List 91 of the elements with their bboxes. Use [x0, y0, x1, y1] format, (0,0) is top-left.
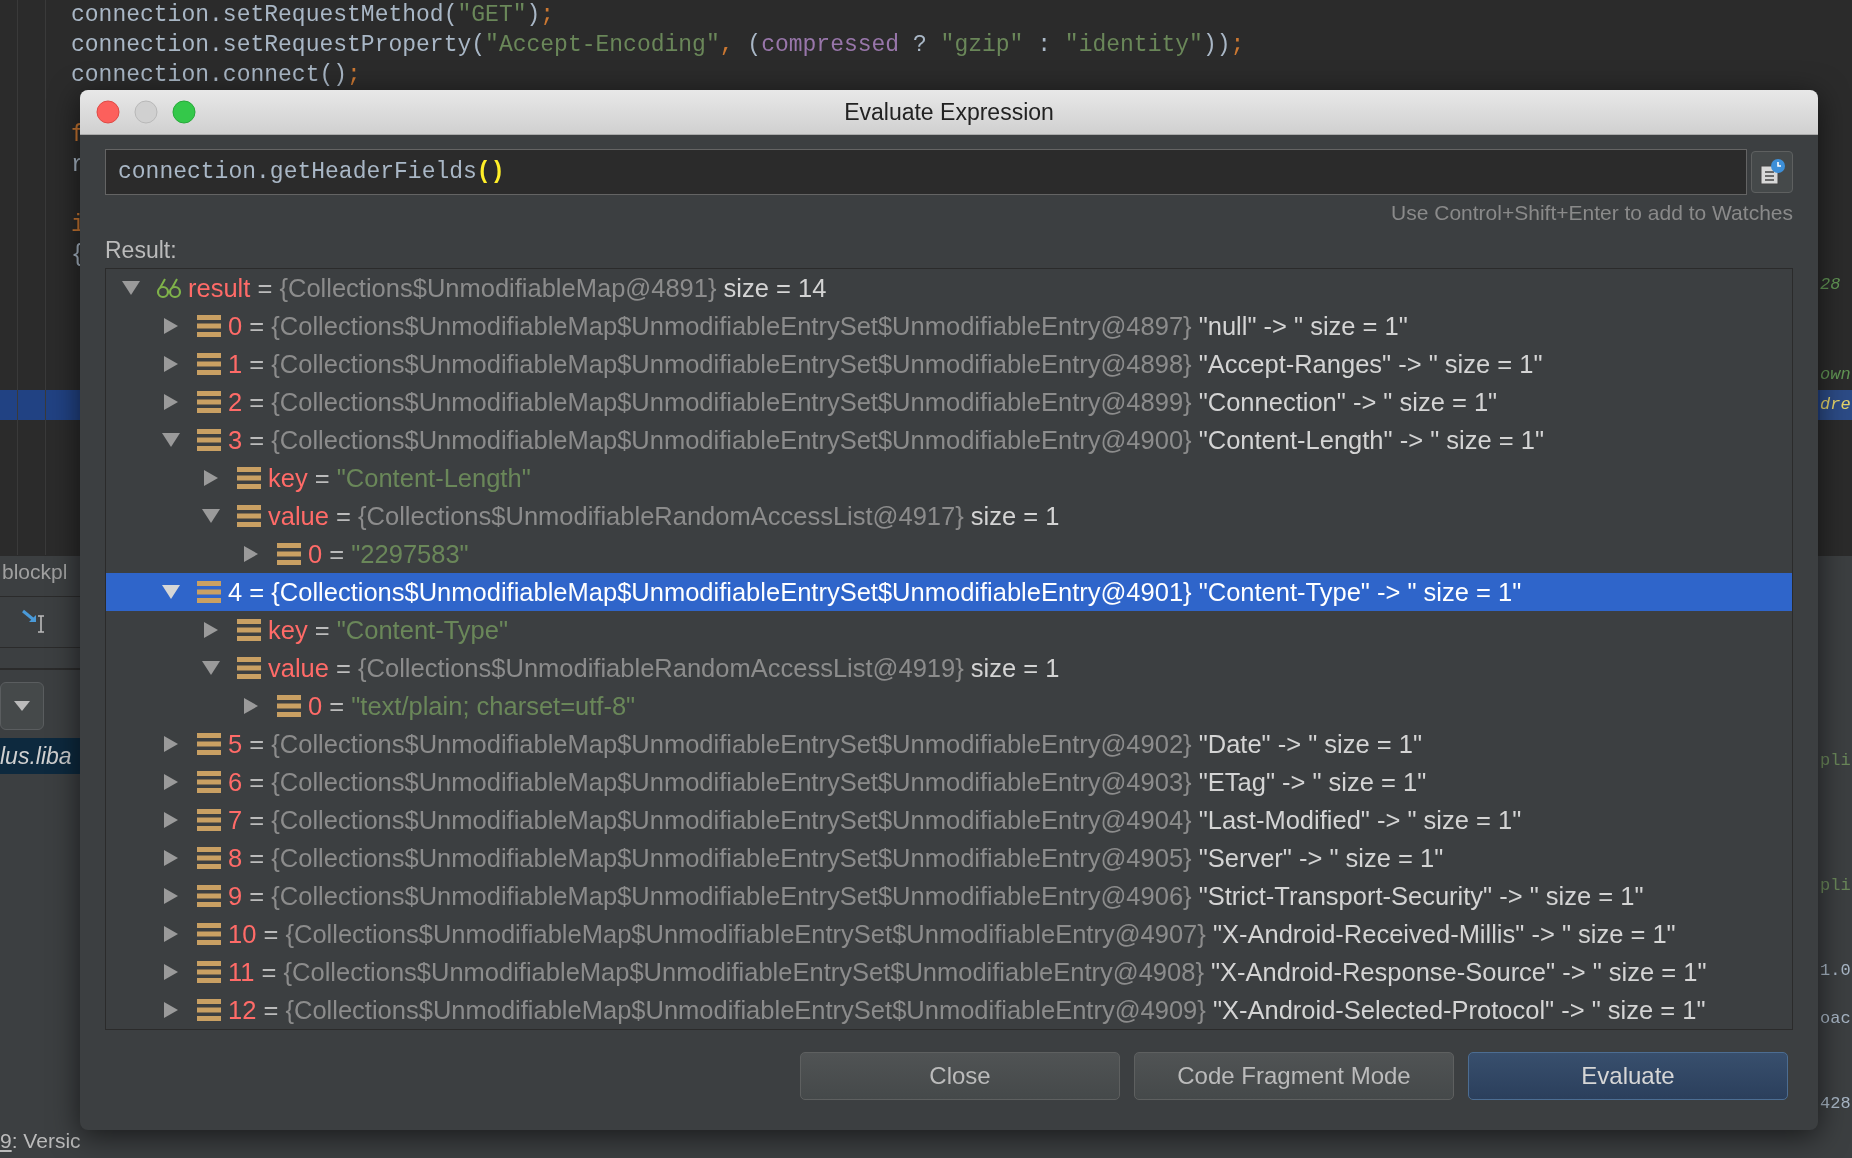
tree-row[interactable]: 12 = {Collections$UnmodifiableMap$UnmodifiableEntrySet$UnmodifiableEntry@4909} "X-Android-Selected-Protocol" -> " size = 1"	[106, 991, 1792, 1029]
dialog-button[interactable]: Code Fragment Mode	[1134, 1052, 1454, 1100]
node-text: value = {Collections$UnmodifiableRandomAccessList@4919} size = 1	[268, 653, 1060, 683]
node-text: 0 = "text/plain; charset=utf-8"	[308, 691, 636, 721]
field-icon	[276, 694, 302, 718]
tree-row[interactable]: 6 = {Collections$UnmodifiableMap$UnmodifiableEntrySet$UnmodifiableEntry@4903} "ETag" -> " size = 1"	[106, 763, 1792, 801]
node-text: 3 = {Collections$UnmodifiableMap$UnmodifiableEntrySet$UnmodifiableEntry@4900} "Content-Length" -> " size = 1"	[228, 425, 1544, 455]
field-icon	[236, 504, 262, 528]
tree-row[interactable]: 3 = {Collections$UnmodifiableMap$UnmodifiableEntrySet$UnmodifiableEntry@4900} "Content-Length" -> " size = 1"	[106, 421, 1792, 459]
tree-row[interactable]: value = {Collections$UnmodifiableRandomAccessList@4917} size = 1	[106, 497, 1792, 535]
collapse-arrow-icon[interactable]	[200, 659, 222, 677]
tree-row[interactable]: key = "Content-Type"	[106, 611, 1792, 649]
tree-row[interactable]: 2 = {Collections$UnmodifiableMap$UnmodifiableEntrySet$UnmodifiableEntry@4899} "Connection" -> " size = 1"	[106, 383, 1792, 421]
field-icon	[196, 428, 222, 452]
tree-row[interactable]: 5 = {Collections$UnmodifiableMap$UnmodifiableEntrySet$UnmodifiableEntry@4902} "Date" -> " size = 1"	[106, 725, 1792, 763]
list-item[interactable]: lus.liba	[0, 738, 80, 774]
tree-row[interactable]: 0 = {Collections$UnmodifiableMap$UnmodifiableEntrySet$UnmodifiableEntry@4897} "null" -> " size = 1"	[106, 307, 1792, 345]
node-text: value = {Collections$UnmodifiableRandomAccessList@4917} size = 1	[268, 501, 1060, 531]
tree-row[interactable]: key = "Content-Length"	[106, 459, 1792, 497]
code-fragment: 428	[1820, 1093, 1852, 1115]
history-button[interactable]	[1751, 151, 1793, 193]
field-icon	[196, 352, 222, 376]
collapse-arrow-icon[interactable]	[120, 279, 142, 297]
code-line: connection.setRequestProperty("Accept-Encoding", (compressed ? "gzip" : "identity"));	[70, 31, 1246, 60]
tree-row[interactable]: result = {Collections$UnmodifiableMap@4891} size = 14	[106, 269, 1792, 307]
field-icon	[236, 466, 262, 490]
tree-row[interactable]: value = {Collections$UnmodifiableRandomAccessList@4919} size = 1	[106, 649, 1792, 687]
node-text: key = "Content-Length"	[268, 463, 531, 493]
tree-row[interactable]: 10 = {Collections$UnmodifiableMap$UnmodifiableEntrySet$UnmodifiableEntry@4907} "X-Android-Received-Millis" -> " size = 1"	[106, 915, 1792, 953]
field-icon	[196, 998, 222, 1022]
code-fragment: 28	[1820, 274, 1842, 296]
field-icon	[196, 808, 222, 832]
tree-row[interactable]: 7 = {Collections$UnmodifiableMap$UnmodifiableEntrySet$UnmodifiableEntry@4904} "Last-Modified" -> " size = 1"	[106, 801, 1792, 839]
field-icon	[196, 770, 222, 794]
tree-row[interactable]: 11 = {Collections$UnmodifiableMap$UnmodifiableEntrySet$UnmodifiableEntry@4908} "X-Android-Response-Source" -> " size = 1"	[106, 953, 1792, 991]
glasses-icon	[156, 276, 182, 300]
field-icon	[196, 846, 222, 870]
field-icon	[236, 656, 262, 680]
tree-row[interactable]: 4 = {Collections$UnmodifiableMap$UnmodifiableEntrySet$UnmodifiableEntry@4901} "Content-Type" -> " size = 1"	[106, 573, 1792, 611]
node-text: 2 = {Collections$UnmodifiableMap$UnmodifiableEntrySet$UnmodifiableEntry@4899} "Connection" -> " size = 1"	[228, 387, 1498, 417]
history-icon	[1758, 158, 1786, 186]
node-text: 9 = {Collections$UnmodifiableMap$UnmodifiableEntrySet$UnmodifiableEntry@4906} "Strict-Transport-Security" -> " size = 1"	[228, 881, 1644, 911]
field-icon	[196, 732, 222, 756]
field-icon	[196, 884, 222, 908]
field-icon	[196, 922, 222, 946]
tool-window-button[interactable]: 9: Versic	[0, 1123, 80, 1158]
node-text: 7 = {Collections$UnmodifiableMap$UnmodifiableEntrySet$UnmodifiableEntry@4904} "Last-Modified" -> " size = 1"	[228, 805, 1522, 835]
node-text: 1 = {Collections$UnmodifiableMap$UnmodifiableEntrySet$UnmodifiableEntry@4898} "Accept-Ranges" -> " size = 1"	[228, 349, 1543, 379]
close-icon[interactable]	[96, 100, 120, 124]
collapse-arrow-icon[interactable]	[200, 507, 222, 525]
window-title: Evaluate Expression	[844, 98, 1054, 125]
node-text: 5 = {Collections$UnmodifiableMap$UnmodifiableEntrySet$UnmodifiableEntry@4902} "Date" -> " size = 1"	[228, 729, 1422, 759]
result-label: Result:	[105, 237, 178, 264]
code-line: connection.setRequestMethod("GET");	[70, 1, 556, 30]
node-text: 11 = {Collections$UnmodifiableMap$UnmodifiableEntrySet$UnmodifiableEntry@4908} "X-Android-Response-Source" -> " size = 1"	[228, 957, 1707, 987]
hint-text: Use Control+Shift+Enter to add to Watches	[1391, 201, 1793, 225]
field-icon	[196, 960, 222, 984]
node-text: 0 = {Collections$UnmodifiableMap$UnmodifiableEntrySet$UnmodifiableEntry@4897} "null" -> " size = 1"	[228, 311, 1408, 341]
code-fragment: 1.0	[1820, 960, 1852, 982]
field-icon	[276, 542, 302, 566]
node-text: key = "Content-Type"	[268, 615, 508, 645]
zoom-icon[interactable]	[172, 100, 196, 124]
dialog-button[interactable]: Close	[800, 1052, 1120, 1100]
field-icon	[196, 314, 222, 338]
expression-field[interactable]: connection.getHeaderFields()	[105, 149, 1747, 195]
field-icon	[196, 580, 222, 604]
collapse-arrow-icon[interactable]	[160, 431, 182, 449]
node-text: 4 = {Collections$UnmodifiableMap$UnmodifiableEntrySet$UnmodifiableEntry@4901} "Content-Type" -> " size = 1"	[228, 577, 1522, 607]
tree-row[interactable]: 8 = {Collections$UnmodifiableMap$UnmodifiableEntrySet$UnmodifiableEntry@4905} "Server" -> " size = 1"	[106, 839, 1792, 877]
code-fragment: own	[1820, 364, 1852, 386]
node-text: 12 = {Collections$UnmodifiableMap$UnmodifiableEntrySet$UnmodifiableEntry@4909} "X-Android-Selected-Protocol" -> " size = 1"	[228, 995, 1706, 1025]
tree-row[interactable]: 1 = {Collections$UnmodifiableMap$UnmodifiableEntrySet$UnmodifiableEntry@4898} "Accept-Ranges" -> " size = 1"	[106, 345, 1792, 383]
code-fragment: dre	[1820, 390, 1852, 420]
caret-icon	[12, 699, 32, 713]
node-text: 10 = {Collections$UnmodifiableMap$UnmodifiableEntrySet$UnmodifiableEntry@4907} "X-Android-Received-Millis" -> " size = 1"	[228, 919, 1676, 949]
field-icon	[196, 390, 222, 414]
collapse-arrow-icon[interactable]	[160, 583, 182, 601]
field-icon	[236, 618, 262, 642]
tree-row[interactable]: 0 = "2297583"	[106, 535, 1792, 573]
dropdown-button[interactable]	[0, 682, 44, 730]
tree-row[interactable]: 9 = {Collections$UnmodifiableMap$UnmodifiableEntrySet$UnmodifiableEntry@4906} "Strict-Transport-Security" -> " size = 1"	[106, 877, 1792, 915]
code-fragment: pli	[1820, 750, 1852, 772]
dialog-button[interactable]: Evaluate	[1468, 1052, 1788, 1100]
node-text: 6 = {Collections$UnmodifiableMap$UnmodifiableEntrySet$UnmodifiableEntry@4903} "ETag" -> " size = 1"	[228, 767, 1427, 797]
node-text: 8 = {Collections$UnmodifiableMap$UnmodifiableEntrySet$UnmodifiableEntry@4905} "Server" -> " size = 1"	[228, 843, 1444, 873]
node-text: 0 = "2297583"	[308, 539, 469, 569]
node-text: result = {Collections$UnmodifiableMap@4891} size = 14	[188, 273, 827, 303]
code-fragment: pli	[1820, 875, 1852, 897]
code-line: connection.connect();	[70, 61, 362, 90]
tree-row[interactable]: 0 = "text/plain; charset=utf-8"	[106, 687, 1792, 725]
code-fragment: oac	[1820, 1008, 1852, 1030]
